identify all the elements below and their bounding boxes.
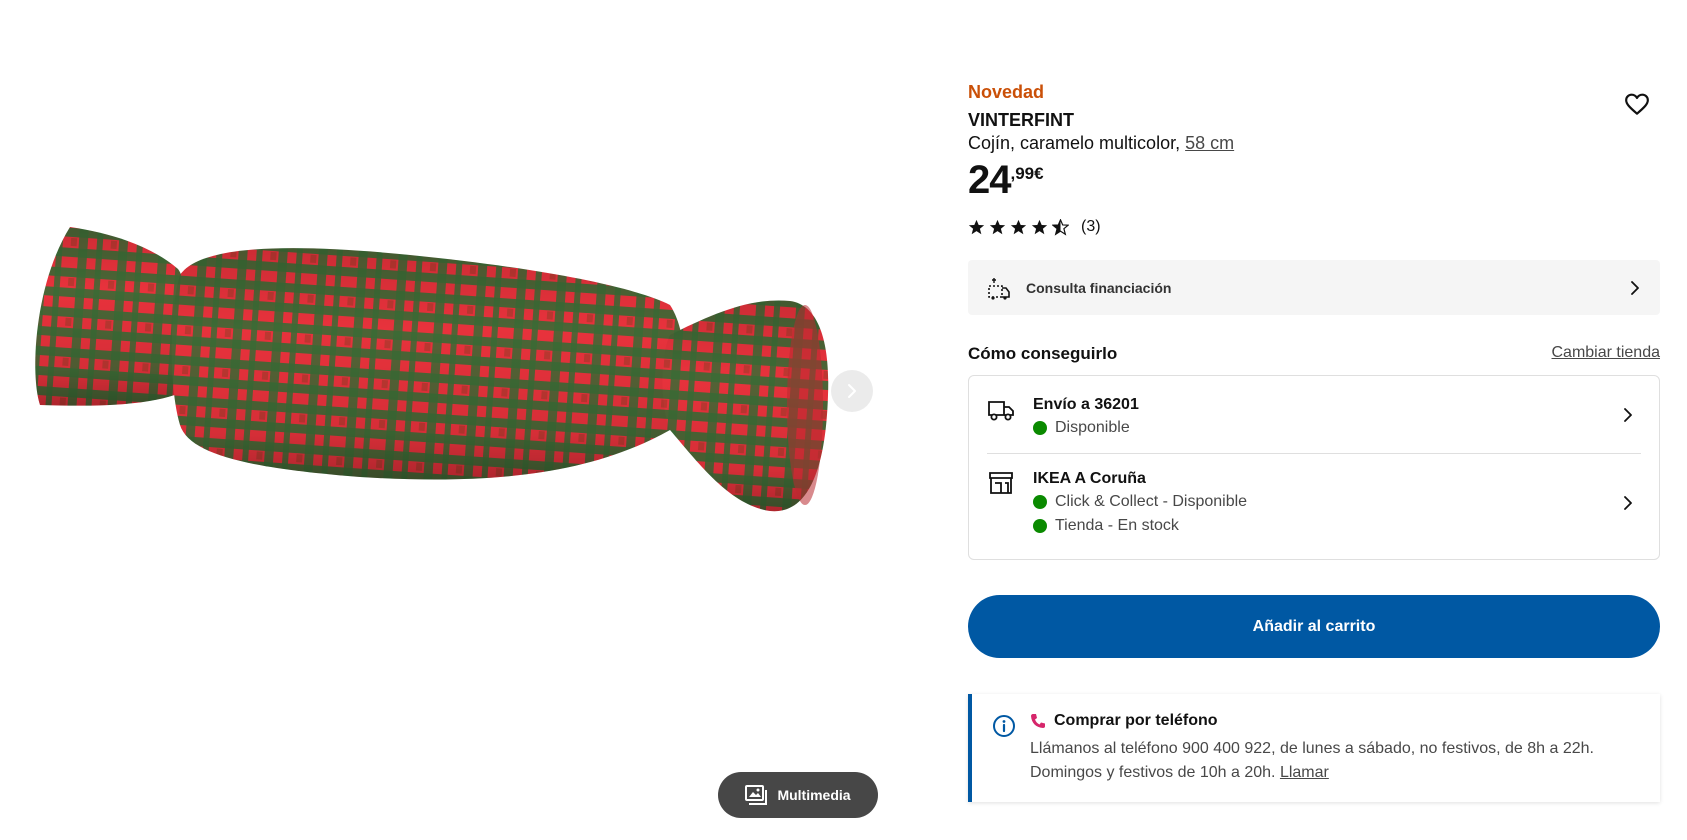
new-badge: Novedad <box>968 82 1045 102</box>
product-name: VINTERFINT <box>968 110 1074 130</box>
delivery-option[interactable]: Envío a 36201 Disponible <box>969 376 1659 453</box>
availability-box: Envío a 36201 Disponible IKEA A Coruña C… <box>968 375 1660 560</box>
store-option[interactable]: IKEA A Coruña Click & Collect - Disponib… <box>969 453 1659 560</box>
multimedia-label: Multimedia <box>777 787 851 803</box>
product-measure-link[interactable]: 58 cm <box>1185 133 1234 153</box>
star-half-icon <box>1052 218 1069 236</box>
availability-title: Cómo conseguirlo <box>968 344 1118 363</box>
status-available-dot <box>1033 421 1047 435</box>
rating[interactable]: (3) <box>968 218 1101 236</box>
chevron-right-icon <box>848 384 856 398</box>
rating-count: (3) <box>1081 218 1101 235</box>
call-link[interactable]: Llamar <box>1280 764 1329 781</box>
chevron-right-icon <box>1631 280 1639 295</box>
gallery-icon <box>745 785 768 805</box>
truck-icon <box>988 401 1014 421</box>
product-description: Cojín, caramelo multicolor, 58 cm <box>968 133 1234 154</box>
phone-icon <box>1031 714 1045 728</box>
heart-icon[interactable] <box>1624 92 1650 118</box>
star-icon <box>1031 219 1048 234</box>
add-to-cart-button[interactable]: Añadir al carrito <box>968 595 1660 658</box>
store-stock-status: Tienda - En stock <box>1033 517 1179 535</box>
product-image[interactable] <box>30 225 890 565</box>
store-icon <box>989 472 1013 494</box>
store-stock-text: Tienda - En stock <box>1055 517 1179 534</box>
phone-text-line1: Llámanos al teléfono 900 400 922, de lun… <box>1030 740 1594 757</box>
delivery-status: Disponible <box>1033 419 1130 437</box>
price-currency: € <box>1034 164 1044 183</box>
price-decimal: ,99 <box>1010 164 1035 183</box>
product-description-text: Cojín, caramelo multicolor, <box>968 133 1181 153</box>
star-icon <box>968 219 985 234</box>
multimedia-button[interactable]: Multimedia <box>718 772 878 818</box>
star-icon <box>989 219 1006 234</box>
chevron-right-icon <box>1624 496 1632 510</box>
delivery-status-text: Disponible <box>1055 419 1130 436</box>
product-gallery: Multimedia <box>0 0 900 840</box>
info-icon <box>993 715 1015 737</box>
status-available-dot <box>1033 519 1047 533</box>
click-collect-status: Click & Collect - Disponible <box>1033 493 1247 511</box>
phone-text: Llámanos al teléfono 900 400 922, de lun… <box>1030 737 1650 785</box>
chevron-right-icon <box>1624 408 1632 422</box>
product-price: 24 ,99 € <box>968 158 1044 202</box>
click-collect-text: Click & Collect - Disponible <box>1055 493 1248 510</box>
delivery-title: Envío a 36201 <box>1033 396 1139 413</box>
store-title: IKEA A Coruña <box>1033 470 1146 487</box>
financing-link[interactable]: Consulta financiación <box>968 260 1660 315</box>
price-integer: 24 <box>968 158 1011 202</box>
financing-icon <box>988 277 1010 300</box>
change-store-link[interactable]: Cambiar tienda <box>1552 344 1661 362</box>
phone-title: Comprar por teléfono <box>1054 712 1218 729</box>
phone-text-line2: Domingos y festivos de 10h a 20h. <box>1030 764 1276 781</box>
star-icon <box>1010 219 1027 234</box>
financing-label: Consulta financiación <box>1026 279 1172 296</box>
next-image-button[interactable] <box>831 370 873 412</box>
phone-order-box: Comprar por teléfono Llámanos al teléfon… <box>968 694 1660 802</box>
status-available-dot <box>1033 495 1047 509</box>
